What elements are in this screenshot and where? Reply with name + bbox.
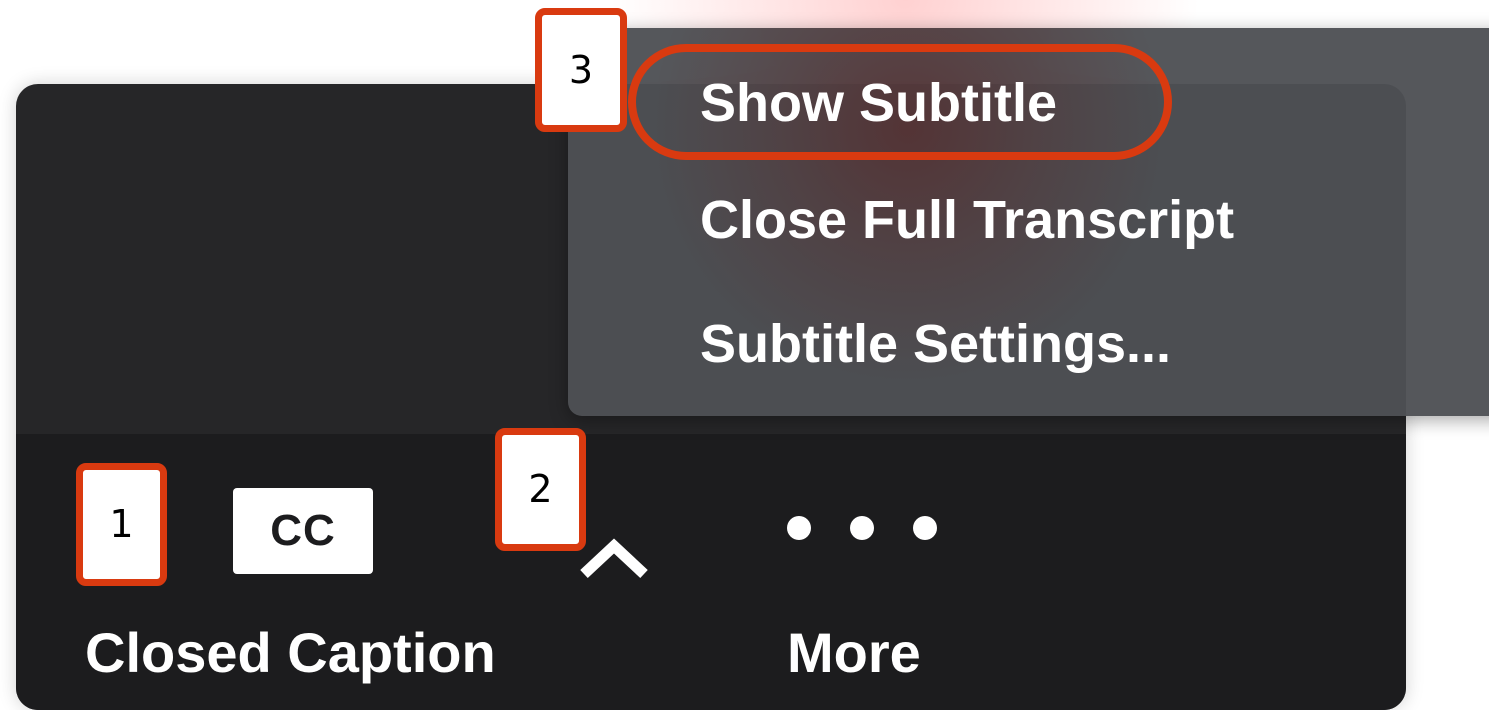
show-subtitle-highlight (628, 44, 1172, 160)
menu-item-subtitle-settings[interactable]: Subtitle Settings... (700, 312, 1171, 376)
closed-caption-icon[interactable]: CC (233, 488, 373, 574)
more-dots-icon[interactable] (785, 506, 945, 550)
menu-item-close-full-transcript[interactable]: Close Full Transcript (700, 188, 1234, 252)
step-marker-1: 1 (76, 463, 167, 586)
screenshot-stage: CC Closed Caption More Show Subtitle Clo… (0, 0, 1489, 710)
more-button-label[interactable]: More (787, 618, 921, 688)
step-marker-3: 3 (535, 8, 627, 132)
step-marker-2: 2 (495, 428, 586, 551)
chevron-up-icon[interactable] (574, 528, 654, 588)
closed-caption-button-label[interactable]: Closed Caption (85, 618, 496, 688)
